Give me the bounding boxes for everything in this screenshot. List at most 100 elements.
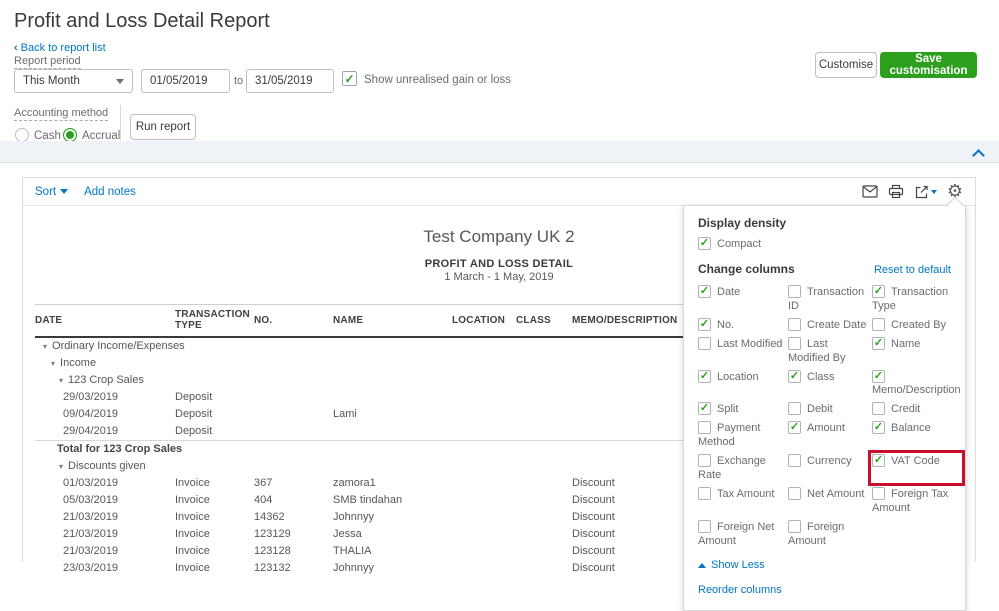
filters-collapse-strip — [0, 141, 999, 163]
column-option[interactable]: Created By — [872, 318, 961, 332]
column-option[interactable]: Split — [698, 402, 788, 416]
export-icon[interactable] — [914, 185, 937, 199]
display-density-heading: Display density — [698, 216, 951, 230]
show-less-link[interactable]: Show Less — [698, 559, 951, 571]
chevron-down-icon — [931, 190, 937, 194]
column-checkbox[interactable] — [788, 337, 801, 350]
collapse-arrow-icon[interactable]: ▾ — [59, 376, 63, 385]
column-checkbox[interactable] — [698, 285, 711, 298]
column-option[interactable]: Date — [698, 285, 788, 313]
column-checkbox[interactable] — [698, 421, 711, 434]
column-option-vat-code[interactable]: VAT Code — [872, 454, 961, 482]
chevron-left-icon: ‹ — [14, 42, 18, 54]
column-checkbox[interactable] — [788, 402, 801, 415]
report-period-select[interactable]: This Month — [14, 69, 133, 93]
column-checkbox[interactable] — [872, 487, 885, 500]
column-option[interactable]: Foreign Net Amount — [698, 520, 788, 548]
column-checkbox[interactable] — [698, 318, 711, 331]
email-icon[interactable] — [862, 185, 878, 198]
chevron-down-icon — [116, 79, 124, 84]
column-option[interactable]: Exchange Rate — [698, 454, 788, 482]
column-checkbox[interactable] — [698, 402, 711, 415]
col-header-no: NO. — [254, 305, 333, 338]
column-checkbox[interactable] — [872, 421, 885, 434]
save-customisation-button[interactable]: Save customisation — [880, 52, 977, 78]
column-checkbox[interactable] — [788, 370, 801, 383]
accounting-method-label: Accounting method — [14, 107, 108, 121]
to-label: to — [234, 75, 243, 87]
column-checkbox[interactable] — [872, 318, 885, 331]
reset-to-default-link[interactable]: Reset to default — [874, 264, 951, 276]
column-checkbox[interactable] — [872, 370, 885, 383]
column-option[interactable]: Transaction Type — [872, 285, 961, 313]
col-header-class: CLASS — [516, 305, 572, 338]
column-checkbox[interactable] — [788, 318, 801, 331]
column-checkbox[interactable] — [872, 454, 885, 467]
column-checkbox[interactable] — [698, 487, 711, 500]
col-header-date: DATE — [35, 305, 175, 338]
column-option[interactable]: Net Amount — [788, 487, 872, 515]
page-title: Profit and Loss Detail Report — [14, 10, 270, 33]
column-checkbox[interactable] — [788, 520, 801, 533]
report-period-value: This Month — [23, 75, 80, 87]
column-option[interactable]: Balance — [872, 421, 961, 449]
column-checkbox[interactable] — [788, 421, 801, 434]
change-columns-heading: Change columns — [698, 262, 795, 276]
columns-checkbox-grid: Date Transaction ID Transaction Type No.… — [698, 285, 951, 548]
column-option[interactable]: Name — [872, 337, 961, 365]
col-header-transaction-type: TRANSACTION TYPE — [175, 305, 254, 338]
date-from-input[interactable]: 01/05/2019 — [141, 69, 230, 93]
column-option[interactable]: Last Modified — [698, 337, 788, 365]
col-header-location: LOCATION — [452, 305, 516, 338]
column-option[interactable]: Foreign Amount — [788, 520, 872, 548]
column-option[interactable]: Foreign Tax Amount — [872, 487, 961, 515]
column-option[interactable]: Class — [788, 370, 872, 397]
divider — [120, 105, 121, 145]
show-unrealised-label: Show unrealised gain or loss — [364, 74, 511, 86]
column-checkbox[interactable] — [788, 454, 801, 467]
chevron-up-icon — [698, 563, 706, 568]
collapse-arrow-icon[interactable]: ▾ — [59, 462, 63, 471]
run-report-button[interactable]: Run report — [130, 114, 196, 140]
column-checkbox[interactable] — [872, 285, 885, 298]
collapse-arrow-icon[interactable]: ▾ — [51, 359, 55, 368]
cash-radio[interactable] — [15, 128, 29, 142]
column-checkbox[interactable] — [698, 337, 711, 350]
column-option[interactable]: Memo/Description — [872, 370, 961, 397]
column-option[interactable]: Create Date — [788, 318, 872, 332]
col-header-name: NAME — [333, 305, 452, 338]
report-toolbar: Sort Add notes ⚙ — [23, 178, 975, 206]
sort-dropdown[interactable]: Sort — [35, 186, 68, 198]
report-period-label: Report period — [14, 55, 81, 69]
column-option[interactable]: Payment Method — [698, 421, 788, 449]
collapse-chevron-up-icon[interactable] — [974, 149, 983, 158]
column-option[interactable]: Amount — [788, 421, 872, 449]
customise-button[interactable]: Customise — [815, 52, 877, 78]
column-option[interactable]: Location — [698, 370, 788, 397]
compact-checkbox[interactable] — [698, 237, 711, 250]
column-option[interactable]: Tax Amount — [698, 487, 788, 515]
column-checkbox[interactable] — [872, 337, 885, 350]
column-option[interactable]: Debit — [788, 402, 872, 416]
chevron-down-icon — [60, 189, 68, 194]
accrual-radio[interactable] — [63, 128, 77, 142]
reorder-columns-link[interactable]: Reorder columns — [698, 584, 782, 596]
compact-option[interactable]: Compact — [698, 237, 951, 251]
column-option[interactable]: No. — [698, 318, 788, 332]
column-checkbox[interactable] — [788, 487, 801, 500]
collapse-arrow-icon[interactable]: ▾ — [43, 342, 47, 351]
column-option[interactable]: Currency — [788, 454, 872, 482]
column-checkbox[interactable] — [698, 370, 711, 383]
column-option[interactable]: Credit — [872, 402, 961, 416]
column-checkbox[interactable] — [788, 285, 801, 298]
show-unrealised-checkbox[interactable] — [342, 71, 357, 86]
add-notes-link[interactable]: Add notes — [84, 186, 136, 198]
print-icon[interactable] — [888, 184, 904, 199]
column-checkbox[interactable] — [872, 402, 885, 415]
back-to-report-list-link[interactable]: ‹Back to report list — [14, 42, 106, 54]
column-option[interactable]: Last Modified By — [788, 337, 872, 365]
date-to-input[interactable]: 31/05/2019 — [246, 69, 334, 93]
column-checkbox[interactable] — [698, 454, 711, 467]
column-checkbox[interactable] — [698, 520, 711, 533]
column-option[interactable]: Transaction ID — [788, 285, 872, 313]
